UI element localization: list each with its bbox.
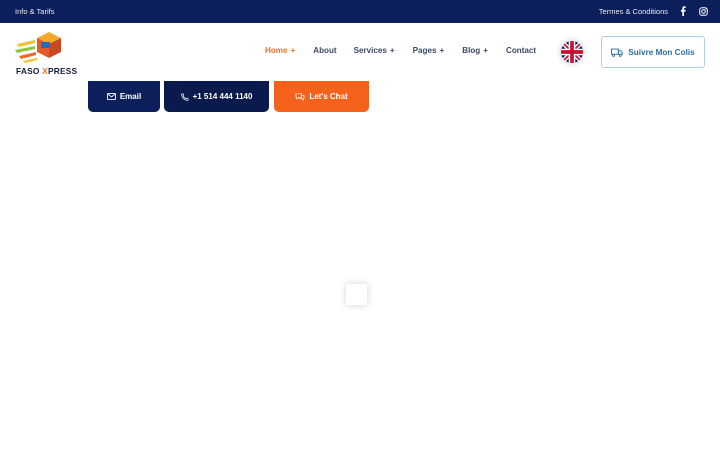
- terms-conditions-link[interactable]: Termes & Conditions: [599, 7, 668, 16]
- nav-services[interactable]: Services +: [354, 46, 395, 55]
- info-tarifs-link[interactable]: Info & Tarifs: [15, 7, 54, 16]
- logo-box-icon: [15, 32, 61, 63]
- top-bar-right: Termes & Conditions: [599, 5, 708, 17]
- uk-flag-icon[interactable]: [561, 41, 583, 63]
- nav-home[interactable]: Home +: [265, 46, 295, 55]
- track-parcel-button[interactable]: Suivre Mon Colis: [601, 36, 705, 68]
- top-bar: Info & Tarifs Termes & Conditions: [0, 0, 720, 23]
- chat-button[interactable]: Let's Chat: [274, 81, 369, 112]
- chat-bubble-icon: [295, 92, 305, 101]
- nav-blog[interactable]: Blog +: [462, 46, 488, 55]
- loading-placeholder: [346, 284, 367, 305]
- main-header: FASO XPRESS Home + About Services + Pages +…: [0, 23, 720, 81]
- phone-button[interactable]: +1 514 444 1140: [164, 81, 269, 112]
- track-parcel-label: Suivre Mon Colis: [628, 47, 695, 57]
- chat-button-label: Let's Chat: [309, 92, 348, 101]
- nav-contact[interactable]: Contact: [506, 46, 536, 55]
- nav-about[interactable]: About: [313, 46, 336, 55]
- main-nav: Home + About Services + Pages + Blog + Conta…: [265, 46, 536, 55]
- facebook-icon[interactable]: [678, 5, 688, 17]
- truck-icon: [611, 48, 624, 57]
- phone-number-label: +1 514 444 1140: [192, 92, 253, 101]
- email-button-label: Email: [119, 92, 142, 101]
- phone-icon: [180, 92, 189, 101]
- email-button[interactable]: Email: [88, 81, 160, 112]
- faso-xpress-logo[interactable]: FASO XPRESS: [15, 32, 77, 78]
- instagram-icon[interactable]: [698, 5, 708, 17]
- envelope-icon: [106, 93, 116, 100]
- brand-name: FASO XPRESS: [16, 66, 78, 76]
- nav-pages[interactable]: Pages +: [413, 46, 445, 55]
